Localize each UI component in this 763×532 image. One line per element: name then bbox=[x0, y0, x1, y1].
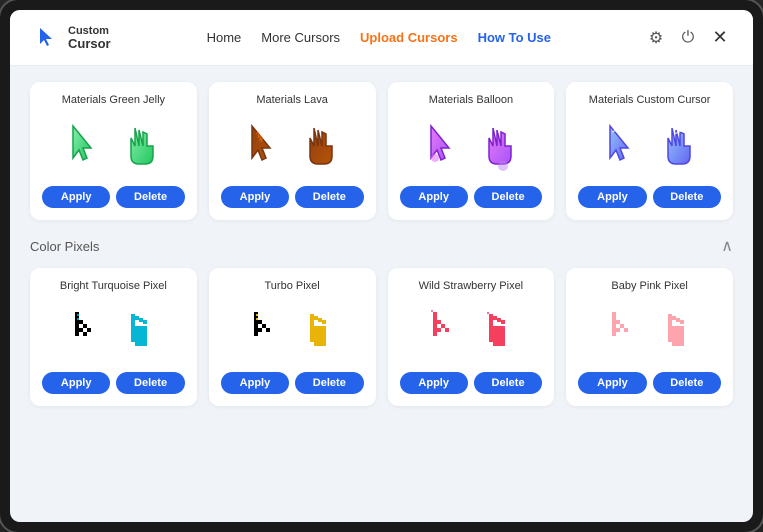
card-buttons-turquoise: Apply Delete bbox=[42, 372, 185, 394]
logo-text: Custom Cursor bbox=[68, 26, 111, 50]
cursor-images-balloon bbox=[423, 116, 519, 176]
card-title-balloon: Materials Balloon bbox=[429, 94, 513, 106]
materials-grid: Materials Green Jelly bbox=[30, 82, 733, 220]
cursor-arrow-turquoise bbox=[65, 306, 109, 358]
cursor-hand-custom bbox=[654, 120, 698, 172]
nav-more-cursors[interactable]: More Cursors bbox=[261, 30, 340, 45]
cursor-card-custom-cursor: Materials Custom Cursor bbox=[566, 82, 733, 220]
nav-how-to-use[interactable]: How To Use bbox=[478, 30, 551, 45]
card-title-lava: Materials Lava bbox=[256, 94, 328, 106]
apply-button-baby-pink[interactable]: Apply bbox=[578, 372, 646, 394]
cursor-images-baby-pink bbox=[602, 302, 698, 362]
apply-button-custom-cursor[interactable]: Apply bbox=[578, 186, 646, 208]
cursor-arrow-strawberry bbox=[423, 306, 467, 358]
delete-button-green-jelly[interactable]: Delete bbox=[116, 186, 184, 208]
delete-button-strawberry[interactable]: Delete bbox=[474, 372, 542, 394]
delete-button-turbo[interactable]: Delete bbox=[295, 372, 363, 394]
header: Custom Cursor Home More Cursors Upload C… bbox=[10, 10, 753, 66]
cursor-arrow-balloon bbox=[423, 120, 467, 172]
nav-controls: ⚙ ⏻ ✕ bbox=[647, 29, 729, 47]
cursor-card-balloon: Materials Balloon bbox=[388, 82, 555, 220]
cursor-images-turbo bbox=[244, 302, 340, 362]
cursor-hand-baby-pink bbox=[654, 306, 698, 358]
logo-cursor-icon bbox=[34, 24, 62, 52]
nav-upload-cursors[interactable]: Upload Cursors bbox=[360, 30, 458, 45]
delete-button-baby-pink[interactable]: Delete bbox=[653, 372, 721, 394]
nav: Home More Cursors Upload Cursors How To … bbox=[207, 30, 551, 45]
gear-icon[interactable]: ⚙ bbox=[647, 29, 665, 47]
delete-button-turquoise[interactable]: Delete bbox=[116, 372, 184, 394]
color-pixels-section-title: Color Pixels bbox=[30, 239, 99, 254]
cursor-arrow-custom bbox=[602, 120, 646, 172]
card-buttons-turbo: Apply Delete bbox=[221, 372, 364, 394]
cursor-images-strawberry bbox=[423, 302, 519, 362]
logo: Custom Cursor bbox=[34, 24, 111, 52]
app-window: Custom Cursor Home More Cursors Upload C… bbox=[10, 10, 753, 522]
card-title-strawberry: Wild Strawberry Pixel bbox=[419, 280, 524, 292]
cursor-images-custom-cursor bbox=[602, 116, 698, 176]
cursor-card-turbo: Turbo Pixel bbox=[209, 268, 376, 406]
cursor-card-lava: Materials Lava bbox=[209, 82, 376, 220]
card-buttons-green-jelly: Apply Delete bbox=[42, 186, 185, 208]
delete-button-balloon[interactable]: Delete bbox=[474, 186, 542, 208]
card-buttons-balloon: Apply Delete bbox=[400, 186, 543, 208]
apply-button-balloon[interactable]: Apply bbox=[400, 186, 468, 208]
cursor-images-turquoise bbox=[65, 302, 161, 362]
color-pixels-grid: Bright Turquoise Pixel bbox=[30, 268, 733, 406]
delete-button-custom-cursor[interactable]: Delete bbox=[653, 186, 721, 208]
card-title-turquoise: Bright Turquoise Pixel bbox=[60, 280, 167, 292]
card-title-turbo: Turbo Pixel bbox=[265, 280, 320, 292]
apply-button-turbo[interactable]: Apply bbox=[221, 372, 289, 394]
delete-button-lava[interactable]: Delete bbox=[295, 186, 363, 208]
cursor-hand-balloon bbox=[475, 120, 519, 172]
apply-button-strawberry[interactable]: Apply bbox=[400, 372, 468, 394]
logo-cursor-text: Cursor bbox=[68, 37, 111, 50]
cursor-hand-strawberry bbox=[475, 306, 519, 358]
cursor-images-lava bbox=[244, 116, 340, 176]
card-title-baby-pink: Baby Pink Pixel bbox=[611, 280, 687, 292]
card-title-custom-cursor: Materials Custom Cursor bbox=[589, 94, 711, 106]
cursor-card-green-jelly: Materials Green Jelly bbox=[30, 82, 197, 220]
card-buttons-custom-cursor: Apply Delete bbox=[578, 186, 721, 208]
cursor-hand-turquoise bbox=[117, 306, 161, 358]
card-buttons-strawberry: Apply Delete bbox=[400, 372, 543, 394]
main-content: Materials Green Jelly bbox=[10, 66, 753, 522]
apply-button-turquoise[interactable]: Apply bbox=[42, 372, 110, 394]
color-pixels-section-header: Color Pixels ∧ bbox=[30, 236, 733, 256]
collapse-icon[interactable]: ∧ bbox=[721, 236, 733, 256]
cursor-card-baby-pink: Baby Pink Pixel bbox=[566, 268, 733, 406]
cursor-arrow-green-jelly bbox=[65, 120, 109, 172]
cursor-card-turquoise: Bright Turquoise Pixel bbox=[30, 268, 197, 406]
cursor-hand-turbo bbox=[296, 306, 340, 358]
power-icon[interactable]: ⏻ bbox=[679, 29, 697, 47]
cursor-arrow-turbo bbox=[244, 306, 288, 358]
close-icon[interactable]: ✕ bbox=[711, 29, 729, 47]
cursor-images-green-jelly bbox=[65, 116, 161, 176]
cursor-arrow-lava bbox=[244, 120, 288, 172]
apply-button-green-jelly[interactable]: Apply bbox=[42, 186, 110, 208]
cursor-hand-lava bbox=[296, 120, 340, 172]
cursor-card-strawberry: Wild Strawberry Pixel bbox=[388, 268, 555, 406]
logo-custom-text: Custom bbox=[68, 26, 111, 37]
device-frame: Custom Cursor Home More Cursors Upload C… bbox=[0, 0, 763, 532]
card-title-green-jelly: Materials Green Jelly bbox=[62, 94, 165, 106]
apply-button-lava[interactable]: Apply bbox=[221, 186, 289, 208]
cursor-hand-green-jelly bbox=[117, 120, 161, 172]
nav-home[interactable]: Home bbox=[207, 30, 242, 45]
cursor-arrow-baby-pink bbox=[602, 306, 646, 358]
card-buttons-baby-pink: Apply Delete bbox=[578, 372, 721, 394]
card-buttons-lava: Apply Delete bbox=[221, 186, 364, 208]
